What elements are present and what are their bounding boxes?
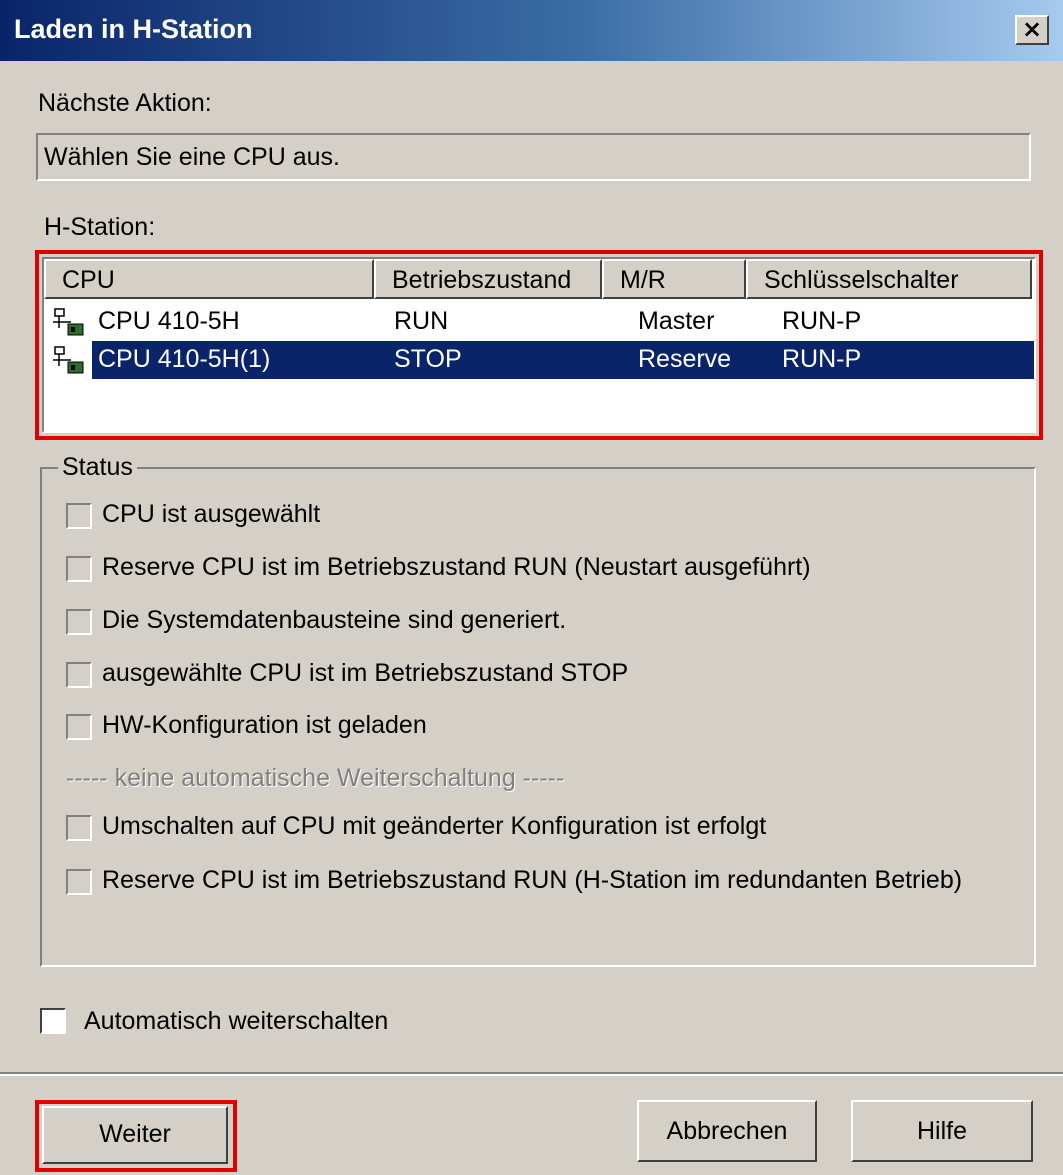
- status-checkbox-label: HW-Konfiguration ist geladen: [102, 711, 427, 739]
- row-state: STOP: [394, 345, 462, 373]
- status-checkbox-label: Die Systemdatenbausteine sind generiert.: [102, 606, 567, 634]
- status-checkbox: [66, 869, 92, 895]
- column-header-keyswitch[interactable]: Schlüsselschalter: [746, 259, 1032, 299]
- cpu-row-selected[interactable]: CPU 410-5H(1) STOP Reserve RUN-P: [48, 341, 1034, 379]
- auto-advance-checkbox[interactable]: [40, 1008, 66, 1034]
- status-checkbox: [66, 714, 92, 740]
- status-checkbox: [66, 503, 92, 529]
- network-cpu-icon: [53, 308, 84, 336]
- status-checkbox-label: Umschalten auf CPU mit geänderter Konfig…: [102, 812, 767, 840]
- row-keyswitch: RUN-P: [782, 345, 862, 373]
- close-button[interactable]: ×: [1015, 15, 1049, 45]
- no-auto-advance-separator: ----- keine automatische Weiterschaltung…: [66, 764, 565, 792]
- next-action-field: Wählen Sie eine CPU aus.: [36, 133, 1031, 181]
- cpu-list[interactable]: CPU Betriebszustand M/R Schlüsselschalte…: [42, 257, 1036, 433]
- status-checkbox: [66, 556, 92, 582]
- help-button[interactable]: Hilfe: [851, 1100, 1033, 1162]
- status-checkbox-label: Reserve CPU ist im Betriebszustand RUN (…: [102, 553, 811, 581]
- auto-advance-label[interactable]: Automatisch weiterschalten: [84, 1007, 388, 1036]
- status-checkbox-label: ausgewählte CPU ist im Betriebszustand S…: [102, 659, 629, 687]
- row-cpu-name: CPU 410-5H(1): [98, 345, 271, 373]
- next-action-label: Nächste Aktion:: [38, 89, 212, 117]
- network-cpu-icon: [53, 346, 84, 374]
- cancel-button[interactable]: Abbrechen: [637, 1100, 817, 1162]
- row-mr: Master: [638, 307, 715, 335]
- row-cpu-name: CPU 410-5H: [98, 307, 240, 335]
- title-bar: Laden in H-Station ×: [0, 0, 1063, 61]
- status-checkbox: [66, 662, 92, 688]
- column-header-state[interactable]: Betriebszustand: [374, 259, 602, 299]
- row-state: RUN: [394, 307, 449, 335]
- window-title: Laden in H-Station: [14, 14, 253, 44]
- status-checkbox-label: CPU ist ausgewählt: [102, 500, 321, 528]
- status-group-title: Status: [58, 453, 137, 482]
- row-mr: Reserve: [638, 345, 732, 373]
- status-checkbox-label: Reserve CPU ist im Betriebszustand RUN (…: [102, 866, 963, 894]
- column-header-mr[interactable]: M/R: [602, 259, 746, 299]
- footer-separator: [0, 1072, 1063, 1076]
- cpu-row[interactable]: CPU 410-5H RUN Master RUN-P: [48, 303, 1034, 341]
- row-keyswitch: RUN-P: [782, 307, 862, 335]
- next-button[interactable]: Weiter: [42, 1106, 228, 1164]
- column-header-cpu[interactable]: CPU: [44, 259, 374, 299]
- status-checkbox: [66, 609, 92, 635]
- station-label: H-Station:: [44, 213, 156, 241]
- close-icon: ×: [1021, 15, 1043, 43]
- status-checkbox: [66, 815, 92, 841]
